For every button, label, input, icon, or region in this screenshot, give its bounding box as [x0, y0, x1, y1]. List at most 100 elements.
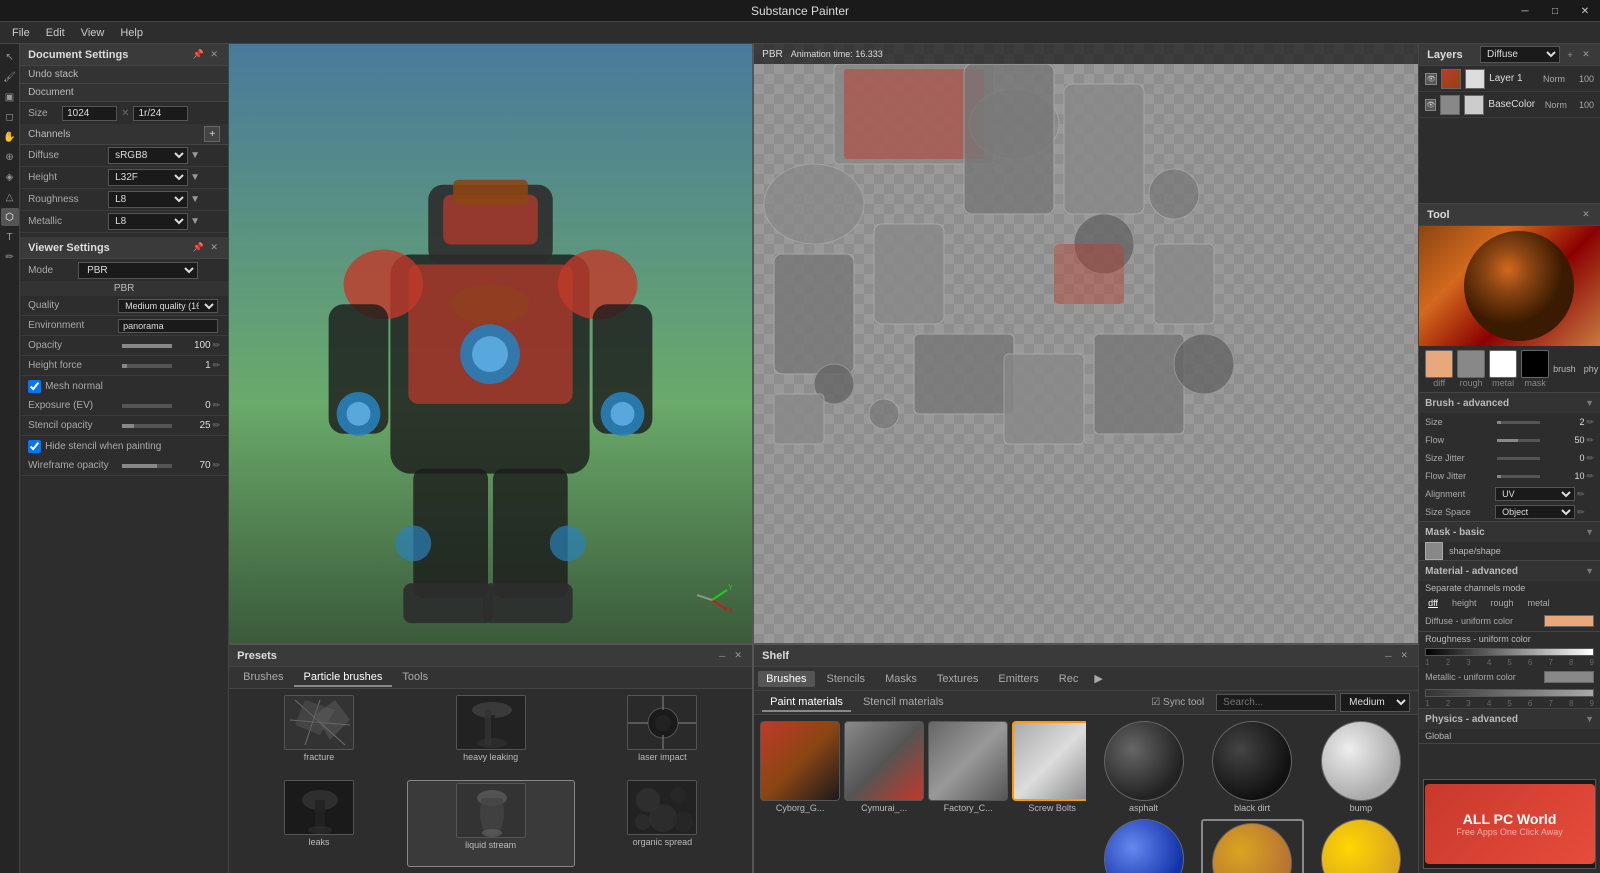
- shelf-tab-stencils[interactable]: Stencils: [819, 671, 874, 687]
- mask-basic-header[interactable]: Mask - basic ▼: [1419, 522, 1600, 542]
- flow-jitter-edit-icon[interactable]: ✏: [1586, 471, 1594, 482]
- roughness-select[interactable]: L8: [108, 191, 188, 208]
- toolbar-selection-icon[interactable]: ⬡: [1, 208, 19, 226]
- tab-brushes[interactable]: Brushes: [233, 669, 293, 687]
- minimize-button[interactable]: ─: [1510, 0, 1540, 22]
- shelf-tab-arrow[interactable]: ▶: [1090, 670, 1106, 687]
- toolbar-text-icon[interactable]: T: [1, 228, 19, 246]
- toolbar-smudge-icon[interactable]: ✋: [1, 128, 19, 146]
- roughness-edit-icon[interactable]: ▼: [188, 193, 202, 207]
- toolbar-geometry-icon[interactable]: △: [1, 188, 19, 206]
- hide-stencil-checkbox[interactable]: [28, 440, 41, 453]
- tab-particle-brushes[interactable]: Particle brushes: [294, 669, 393, 687]
- viewport-uv[interactable]: PBR Animation time: 16.333: [754, 44, 1418, 643]
- layer-item-1[interactable]: 👁 Layer 1 Norm 100: [1419, 66, 1600, 92]
- shelf-tab-textures[interactable]: Textures: [929, 671, 987, 687]
- paint-item-bump[interactable]: bump: [1310, 721, 1413, 813]
- exposure-track[interactable]: [122, 404, 172, 408]
- shelf-item-cyborg[interactable]: Cyborg_G...: [760, 721, 840, 813]
- size-space-edit-icon[interactable]: ✏: [1577, 507, 1585, 518]
- flow-slider[interactable]: [1497, 439, 1540, 442]
- mat-tab-dff[interactable]: dff: [1425, 597, 1441, 609]
- height-force-edit-icon[interactable]: ✏: [213, 360, 221, 371]
- panel-pin-btn[interactable]: 📌: [192, 49, 204, 61]
- toolbar-material-icon[interactable]: ◈: [1, 168, 19, 186]
- layers-add-btn[interactable]: +: [1564, 49, 1576, 61]
- wireframe-edit-icon[interactable]: ✏: [213, 460, 221, 471]
- size-space-select[interactable]: Object: [1495, 505, 1575, 519]
- stencil-opacity-track[interactable]: [122, 424, 172, 428]
- preset-laser-impact[interactable]: laser impact: [579, 695, 747, 776]
- size-jitter-slider[interactable]: [1497, 457, 1540, 460]
- shelf-close-btn[interactable]: ✕: [1398, 650, 1410, 662]
- material-advanced-header[interactable]: Material - advanced ▼: [1419, 561, 1600, 581]
- mode-select[interactable]: PBR: [78, 262, 198, 279]
- paint-item-cobalt[interactable]: cobalt: [1092, 819, 1195, 873]
- toolbar-cursor-icon[interactable]: ↖: [1, 48, 19, 66]
- toolbar-clone-icon[interactable]: ⊕: [1, 148, 19, 166]
- brush-advanced-header[interactable]: Brush - advanced ▼: [1419, 393, 1600, 413]
- size-slider[interactable]: [1497, 421, 1540, 424]
- diffuse-color-swatch[interactable]: [1544, 615, 1594, 627]
- presets-minimize-btn[interactable]: ─: [716, 650, 728, 662]
- size-jitter-edit-icon[interactable]: ✏: [1586, 453, 1594, 464]
- preset-liquid-stream[interactable]: liquid stream: [407, 780, 575, 867]
- toolbar-fill-icon[interactable]: ▣: [1, 88, 19, 106]
- height-select[interactable]: L32F: [108, 169, 188, 186]
- swatch-metal[interactable]: [1489, 350, 1517, 378]
- preset-organic-spread[interactable]: organic spread: [579, 780, 747, 867]
- alignment-select[interactable]: UV: [1495, 487, 1575, 501]
- toolbar-picker-icon[interactable]: ✏: [1, 248, 19, 266]
- add-channel-button[interactable]: +: [204, 126, 220, 142]
- shelf-tab-rec[interactable]: Rec: [1051, 671, 1087, 687]
- menu-edit[interactable]: Edit: [38, 25, 73, 41]
- opacity-track[interactable]: [122, 344, 172, 348]
- paint-item-copper[interactable]: copper: [1201, 819, 1304, 873]
- undo-stack-section[interactable]: Undo stack: [20, 66, 228, 84]
- environment-input[interactable]: [118, 319, 218, 333]
- size-input-w[interactable]: [62, 106, 117, 121]
- size-input-h[interactable]: [133, 106, 188, 121]
- viewer-close-btn[interactable]: ✕: [208, 242, 220, 254]
- shelf-minimize-btn[interactable]: ─: [1382, 650, 1394, 662]
- swatch-mask[interactable]: [1521, 350, 1549, 378]
- quality-select[interactable]: Medium quality (16 spo): [118, 299, 218, 313]
- tool-close-btn[interactable]: ✕: [1580, 209, 1592, 221]
- shelf-item-cymurai[interactable]: Cymurai_...: [844, 721, 924, 813]
- sync-tool-btn[interactable]: ☑ Sync tool: [1151, 697, 1204, 708]
- diffuse-select[interactable]: sRGB8: [108, 147, 188, 164]
- physics-advanced-header[interactable]: Physics - advanced ▼: [1419, 709, 1600, 729]
- flow-edit-icon[interactable]: ✏: [1586, 435, 1594, 446]
- layers-close-btn[interactable]: ✕: [1580, 49, 1592, 61]
- paint-item-black-dirt[interactable]: black dirt: [1201, 721, 1304, 813]
- shelf-item-screw-bolts[interactable]: Screw Bolts: [1012, 721, 1086, 813]
- layer-visibility-1[interactable]: 👁: [1425, 73, 1437, 85]
- paint-tab-stencil[interactable]: Stencil materials: [855, 694, 952, 712]
- size-edit-icon[interactable]: ✏: [1586, 417, 1594, 428]
- alignment-edit-icon[interactable]: ✏: [1577, 489, 1585, 500]
- wireframe-track[interactable]: [122, 464, 172, 468]
- shelf-tab-emitters[interactable]: Emitters: [990, 671, 1046, 687]
- menu-view[interactable]: View: [73, 25, 113, 41]
- shelf-tab-masks[interactable]: Masks: [877, 671, 925, 687]
- shelf-item-factory[interactable]: Factory_C...: [928, 721, 1008, 813]
- panel-close-btn[interactable]: ✕: [208, 49, 220, 61]
- swatch-diff[interactable]: [1425, 350, 1453, 378]
- paint-item-asphalt[interactable]: asphalt: [1092, 721, 1195, 813]
- layer-visibility-base[interactable]: 👁: [1425, 99, 1436, 111]
- toolbar-paint-icon[interactable]: 🖌: [1, 68, 19, 86]
- exposure-edit-icon[interactable]: ✏: [213, 400, 221, 411]
- document-section[interactable]: Document: [20, 84, 228, 102]
- diffuse-edit-icon[interactable]: ▼: [188, 149, 202, 163]
- preset-heavy-leaking[interactable]: heavy leaking: [407, 695, 575, 776]
- metallic-gradient[interactable]: [1425, 689, 1594, 697]
- stencil-opacity-edit-icon[interactable]: ✏: [213, 420, 221, 431]
- metallic-color-swatch[interactable]: [1544, 671, 1594, 683]
- toolbar-erase-icon[interactable]: ◻: [1, 108, 19, 126]
- menu-file[interactable]: File: [4, 25, 38, 41]
- metallic-edit-icon[interactable]: ▼: [188, 215, 202, 229]
- flow-jitter-slider[interactable]: [1497, 475, 1540, 478]
- mesh-normal-checkbox[interactable]: [28, 380, 41, 393]
- paint-tab-materials[interactable]: Paint materials: [762, 694, 851, 712]
- tab-tools[interactable]: Tools: [392, 669, 438, 687]
